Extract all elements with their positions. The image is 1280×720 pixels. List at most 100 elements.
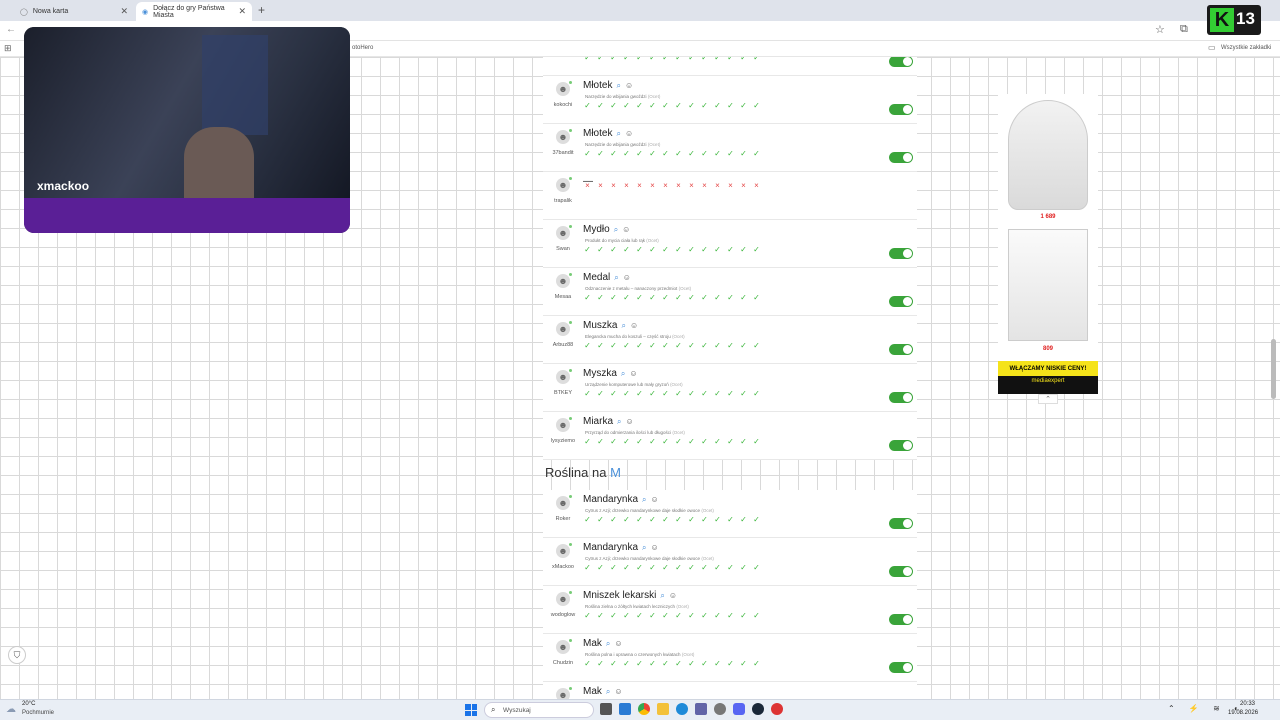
check-icon[interactable]: ✓: [661, 57, 670, 62]
start-button[interactable]: [465, 704, 477, 716]
check-icon[interactable]: ✓: [739, 564, 748, 572]
accept-toggle[interactable]: [889, 662, 913, 673]
check-icon[interactable]: ✓: [726, 390, 735, 398]
search-icon[interactable]: ⌕: [614, 225, 618, 235]
search-icon[interactable]: ⌕: [660, 591, 664, 601]
check-icon[interactable]: ✓: [700, 390, 709, 398]
check-icon[interactable]: ✓: [700, 102, 709, 110]
check-icon[interactable]: ✓: [739, 390, 748, 398]
check-icon[interactable]: ✓: [609, 660, 618, 668]
check-icon[interactable]: ✓: [596, 102, 605, 110]
explorer-icon[interactable]: [657, 703, 669, 715]
check-icon[interactable]: ✓: [609, 516, 618, 524]
check-icon[interactable]: ✓: [648, 564, 657, 572]
ai-icon[interactable]: ☺: [625, 81, 633, 90]
check-icon[interactable]: ✓: [700, 612, 709, 620]
check-icon[interactable]: ✓: [635, 294, 644, 302]
check-icon[interactable]: ✓: [687, 564, 696, 572]
check-icon[interactable]: ✓: [713, 57, 722, 62]
tab-game[interactable]: ◉ Dołącz do gry Państwa Miasta ✕: [136, 2, 252, 21]
check-icon[interactable]: ✓: [674, 102, 683, 110]
check-icon[interactable]: ✓: [661, 246, 670, 254]
check-icon[interactable]: ✓: [583, 102, 592, 110]
reject-icon[interactable]: ×: [726, 182, 735, 190]
check-icon[interactable]: ✓: [648, 57, 657, 62]
check-icon[interactable]: ✓: [583, 150, 592, 158]
check-icon[interactable]: ✓: [713, 612, 722, 620]
check-icon[interactable]: ✓: [622, 246, 631, 254]
check-icon[interactable]: ✓: [726, 246, 735, 254]
check-icon[interactable]: ✓: [687, 342, 696, 350]
check-icon[interactable]: ✓: [752, 246, 761, 254]
check-icon[interactable]: ✓: [583, 246, 592, 254]
check-icon[interactable]: ✓: [648, 516, 657, 524]
check-icon[interactable]: ✓: [726, 294, 735, 302]
check-icon[interactable]: ✓: [752, 438, 761, 446]
check-icon[interactable]: ✓: [739, 612, 748, 620]
check-icon[interactable]: ✓: [648, 390, 657, 398]
check-icon[interactable]: ✓: [648, 660, 657, 668]
ai-icon[interactable]: ☺: [626, 417, 634, 426]
bookmark-item[interactable]: otoHero: [352, 45, 373, 51]
check-icon[interactable]: ✓: [752, 150, 761, 158]
check-icon[interactable]: ✓: [752, 342, 761, 350]
check-icon[interactable]: ✓: [687, 660, 696, 668]
check-icon[interactable]: ✓: [726, 564, 735, 572]
check-icon[interactable]: ✓: [674, 294, 683, 302]
check-icon[interactable]: ✓: [661, 516, 670, 524]
check-icon[interactable]: ✓: [622, 150, 631, 158]
discord-icon[interactable]: [733, 703, 745, 715]
check-icon[interactable]: ✓: [622, 102, 631, 110]
check-icon[interactable]: ✓: [635, 246, 644, 254]
check-icon[interactable]: ✓: [596, 150, 605, 158]
check-icon[interactable]: ✓: [648, 438, 657, 446]
check-icon[interactable]: ✓: [674, 390, 683, 398]
check-icon[interactable]: ✓: [583, 564, 592, 572]
reject-icon[interactable]: ×: [687, 182, 696, 190]
check-icon[interactable]: ✓: [648, 342, 657, 350]
advertisement[interactable]: 1 689 809 WŁĄCZAMY NISKIE CENY! mediaexp…: [998, 94, 1098, 404]
search-icon[interactable]: ⌕: [616, 81, 620, 91]
check-icon[interactable]: ✓: [609, 390, 618, 398]
check-icon[interactable]: ✓: [726, 57, 735, 62]
check-icon[interactable]: ✓: [648, 294, 657, 302]
check-icon[interactable]: ✓: [609, 294, 618, 302]
check-icon[interactable]: ✓: [609, 342, 618, 350]
check-icon[interactable]: ✓: [635, 102, 644, 110]
reject-icon[interactable]: ×: [609, 182, 618, 190]
check-icon[interactable]: ✓: [739, 150, 748, 158]
search-icon[interactable]: ⌕: [617, 417, 621, 427]
check-icon[interactable]: ✓: [583, 612, 592, 620]
check-icon[interactable]: ✓: [752, 390, 761, 398]
reject-icon[interactable]: ×: [700, 182, 709, 190]
check-icon[interactable]: ✓: [648, 246, 657, 254]
check-icon[interactable]: ✓: [713, 564, 722, 572]
search-icon[interactable]: ⌕: [606, 639, 610, 649]
check-icon[interactable]: ✓: [583, 438, 592, 446]
ai-icon[interactable]: ☺: [669, 591, 677, 600]
check-icon[interactable]: ✓: [661, 294, 670, 302]
accept-toggle[interactable]: [889, 392, 913, 403]
check-icon[interactable]: ✓: [700, 342, 709, 350]
ai-icon[interactable]: ☺: [651, 495, 659, 504]
check-icon[interactable]: ✓: [713, 246, 722, 254]
check-icon[interactable]: ✓: [622, 516, 631, 524]
check-icon[interactable]: ✓: [674, 246, 683, 254]
check-icon[interactable]: ✓: [752, 57, 761, 62]
task-view-icon[interactable]: [600, 703, 612, 715]
settings-icon[interactable]: [714, 703, 726, 715]
check-icon[interactable]: ✓: [635, 390, 644, 398]
check-icon[interactable]: ✓: [726, 612, 735, 620]
check-icon[interactable]: ✓: [635, 438, 644, 446]
back-icon[interactable]: ←: [6, 24, 16, 35]
check-icon[interactable]: ✓: [622, 564, 631, 572]
check-icon[interactable]: ✓: [713, 390, 722, 398]
check-icon[interactable]: ✓: [726, 342, 735, 350]
check-icon[interactable]: ✓: [609, 102, 618, 110]
check-icon[interactable]: ✓: [596, 246, 605, 254]
teams-icon[interactable]: [695, 703, 707, 715]
check-icon[interactable]: ✓: [674, 342, 683, 350]
check-icon[interactable]: ✓: [700, 438, 709, 446]
check-icon[interactable]: ✓: [700, 660, 709, 668]
search-icon[interactable]: ⌕: [621, 321, 625, 331]
